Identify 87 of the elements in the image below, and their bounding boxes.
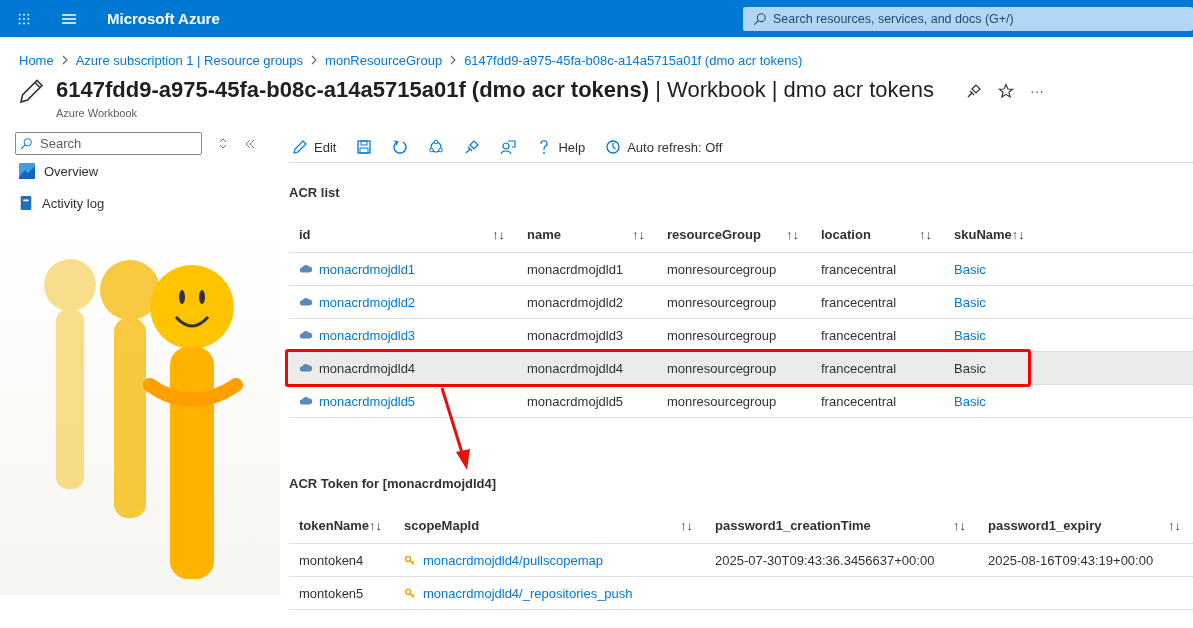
clock-icon [605,139,622,155]
column-header[interactable]: skuName↑↓ [944,227,1193,242]
table-cell-text: monresourcegroup [666,261,778,277]
book-icon [19,195,33,211]
sku-link[interactable]: Basic [954,261,986,277]
table-row[interactable]: monacrdmojdld1 monacrdmojdld1 monresourcegroup francecentral Basic [289,253,1193,286]
key-icon [404,553,417,567]
breadcrumb-link[interactable]: monResourceGroup [325,52,443,68]
breadcrumb-link[interactable]: 6147fdd9-a975-45fa-b08c-a14a5715a01f (dmo acr tokens) [464,52,803,68]
table-cell-text: monacrdmojdld5 [526,393,625,409]
page-title: 6147fdd9-a975-45fa-b08c-a14a5715a01f (dmo acr tokens) | Workbook | dmo acr tokens [56,77,934,104]
refresh-button[interactable] [392,139,409,155]
column-header[interactable]: location ↑↓ [811,227,944,242]
pencil-icon [18,77,46,105]
scope-map-link[interactable]: monacrdmojdld4/_repositories_push [423,585,633,601]
pencil-icon [292,139,308,155]
table-cell-text: 2025-08-16T09:43:19+00:00 [987,552,1155,568]
registry-link[interactable]: monacrdmojdld5 [319,393,416,409]
table-cell-text: francecentral [820,360,898,376]
sidebar-search-field[interactable]: Search [15,132,202,155]
table-cell-text: montoken5 [298,585,365,601]
pin-button[interactable] [464,139,481,155]
more-button[interactable]: ··· [1030,83,1044,99]
table-cell-text: monacrdmojdld2 [526,294,625,310]
cloud-icon [299,328,313,342]
column-header[interactable]: resourceGroup ↑↓ [657,227,811,242]
table-cell-text: monresourcegroup [666,360,778,376]
app-grid-icon [17,11,31,26]
registry-link[interactable]: monacrdmojdld3 [319,327,416,343]
table-cell-text: francecentral [820,327,898,343]
expand-icon [218,138,228,149]
save-icon [356,139,373,155]
table-cell-text: monresourcegroup [666,393,778,409]
registry-link[interactable]: monacrdmojdld1 [319,261,416,277]
table-cell-text: monacrdmojdld4 [526,360,625,376]
breadcrumb-link[interactable]: Azure subscription 1 | Resource groups [75,52,304,68]
sidebar-item[interactable]: Overview [0,155,289,187]
scope-map-link[interactable]: monacrdmojdld4/pullscopemap [423,552,603,568]
table-cell-text: francecentral [820,393,898,409]
refresh-icon [392,139,409,155]
share-button[interactable] [428,139,445,155]
edit-button[interactable]: Edit [292,139,337,155]
column-header[interactable]: name ↑↓ [517,227,657,242]
sku-link[interactable]: Basic [954,294,986,310]
sku-link[interactable]: Basic [954,327,986,343]
column-header[interactable]: password1_expiry ↑↓ [978,518,1193,533]
cloud-icon [299,394,313,408]
table-row[interactable]: monacrdmojdld5 monacrdmojdld5 monresourcegroup francecentral Basic [289,385,1193,418]
save-button[interactable] [356,139,373,155]
feedback-button[interactable] [500,139,517,155]
cloud-icon [299,295,313,309]
column-header[interactable]: tokenName↑↓ [289,518,394,533]
key-icon [404,586,417,600]
search-field[interactable]: Search resources, services, and docs (G+/) [743,6,1193,31]
feedback-icon [500,139,517,155]
sku-link[interactable]: Basic [954,393,986,409]
portal-title[interactable]: Microsoft Azure [107,10,220,27]
sidebar-item[interactable]: Activity log [0,187,289,219]
column-header[interactable]: id ↑↓ [289,227,517,242]
autorefresh-button[interactable]: Auto refresh: Off [605,139,723,155]
table-cell-text: monresourcegroup [666,327,778,343]
cloud-icon [299,262,313,276]
table-cell-text: francecentral [820,261,898,277]
table-cell-text: 2025-07-30T09:43:36.3456637+00:00 [714,552,936,568]
share-icon [428,139,445,155]
breadcrumb-link[interactable]: Home [19,52,54,68]
pin-icon [464,139,481,155]
registry-link[interactable]: monacrdmojdld2 [319,294,416,310]
table-row[interactable]: monacrdmojdld2 monacrdmojdld2 monresourcegroup francecentral Basic [289,286,1193,319]
page-subtitle: Azure Workbook [56,107,139,119]
pin-icon [966,83,982,99]
table-cell-text: monacrdmojdld3 [526,327,625,343]
column-header[interactable]: password1_creationTime ↑↓ [705,518,978,533]
registry-link[interactable]: monacrdmojdld4 [319,360,416,376]
collapse-icon [244,137,256,150]
chart-icon [19,163,35,179]
help-button[interactable]: Help [536,139,586,155]
star-icon [998,83,1014,99]
cloud-icon [299,361,313,375]
sku-link[interactable]: Basic [954,360,986,376]
column-header[interactable]: scopeMapId ↑↓ [394,518,705,533]
table-cell-text: montoken4 [298,552,365,568]
table-cell-text: monacrdmojdld1 [526,261,625,277]
section-title: ACR list [289,185,341,201]
table-cell-text: monresourcegroup [666,294,778,310]
section-title: ACR Token for [monacrdmojdld4] [289,476,498,492]
table-cell-text: francecentral [820,294,898,310]
